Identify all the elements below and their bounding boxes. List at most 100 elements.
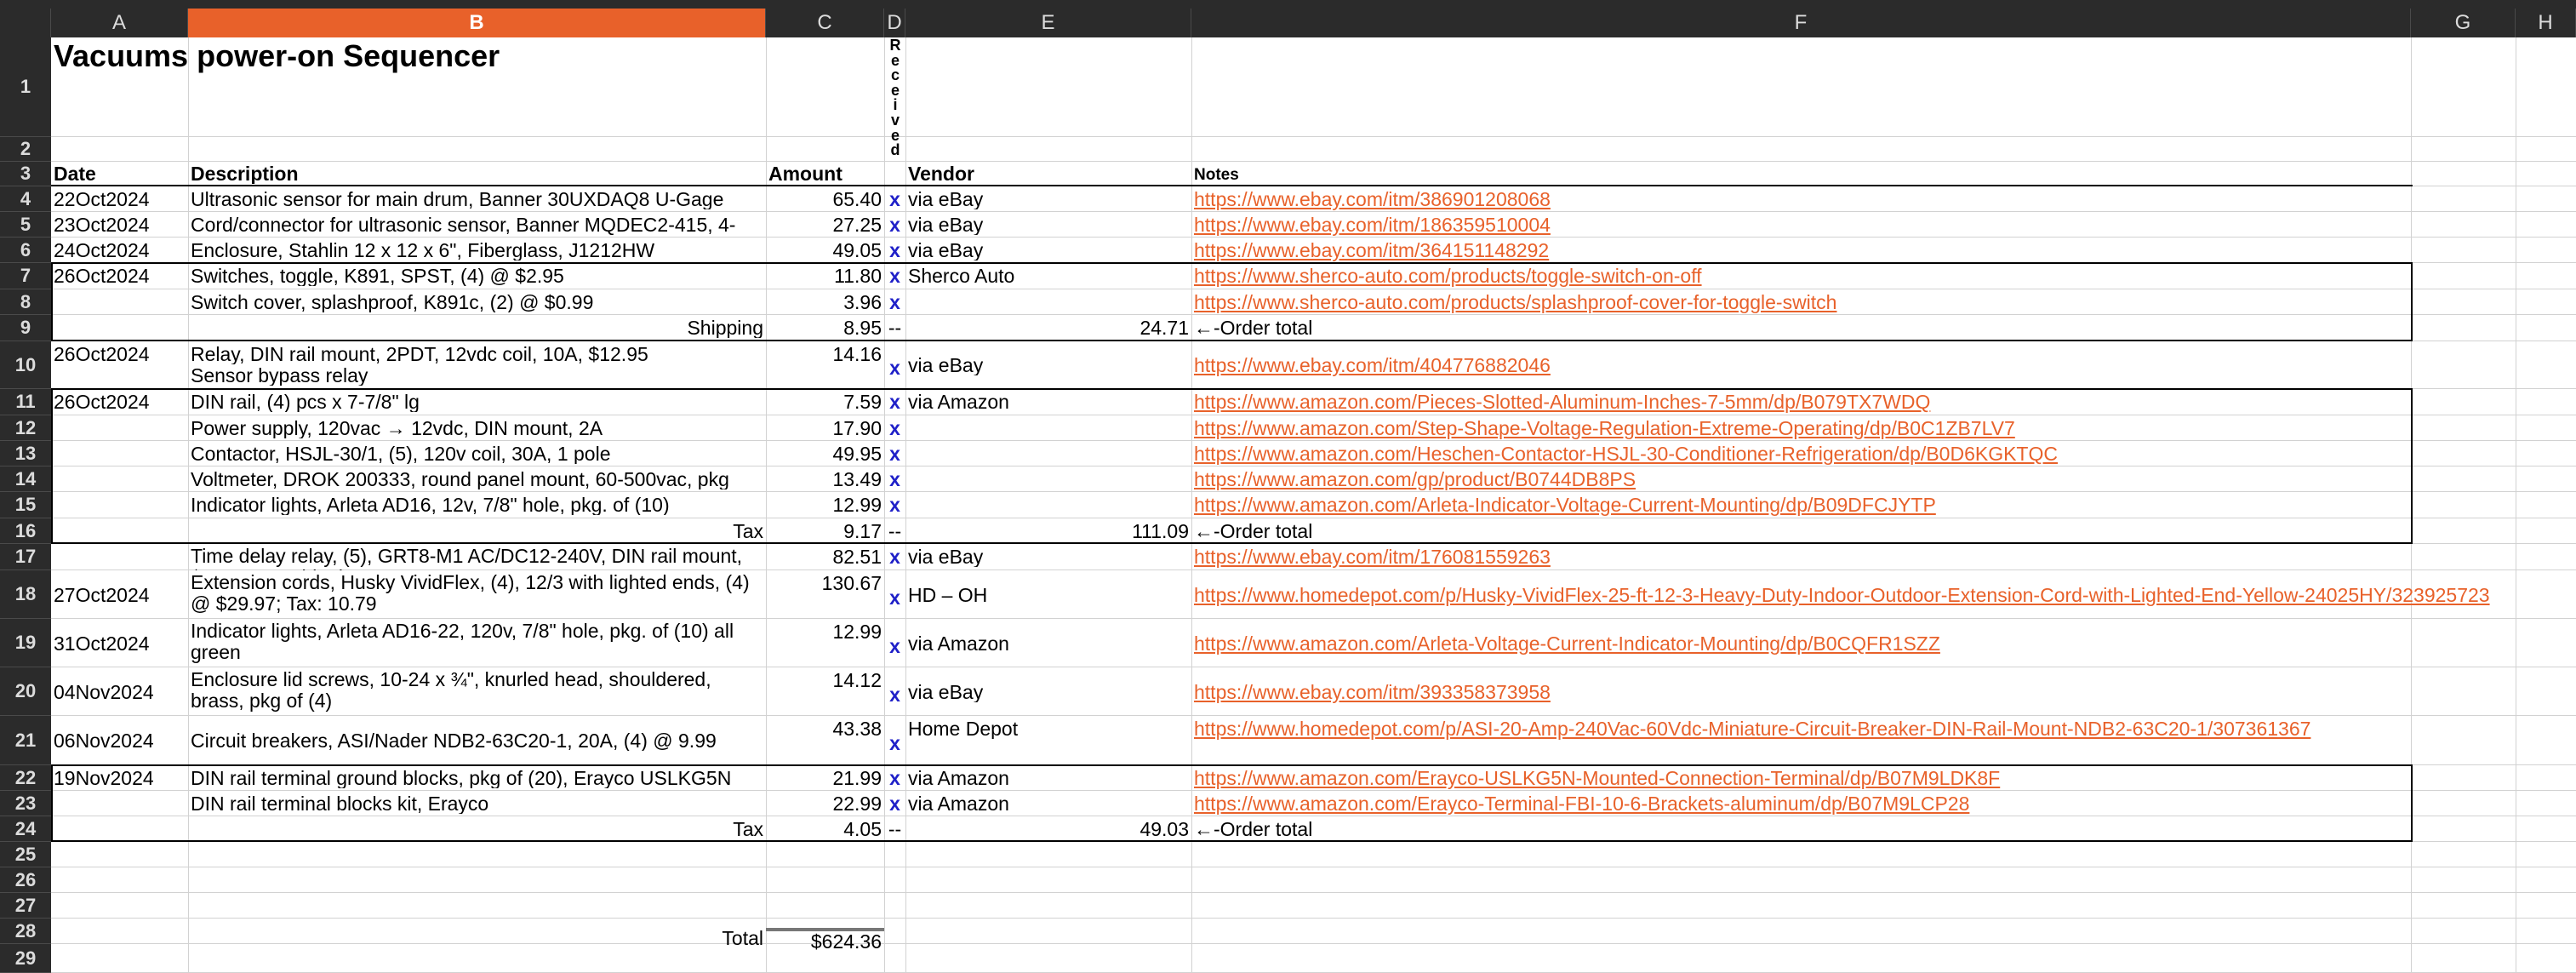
row-header-8[interactable]: 8 — [0, 289, 51, 315]
row-header-17[interactable]: 17 — [0, 544, 51, 570]
entry-note-link[interactable]: https://www.ebay.com/itm/364151148292 — [1191, 240, 2510, 260]
entry-note-link[interactable]: https://www.amazon.com/Arleta-Voltage-Cu… — [1191, 633, 2510, 654]
row-header-22[interactable]: 22 — [0, 765, 51, 791]
entry-received: x — [889, 444, 900, 464]
received-header-letter: e — [890, 51, 900, 69]
entry-amount: 9.17 — [843, 521, 882, 541]
entry-date: 06Nov2024 — [54, 730, 154, 751]
row-header-20[interactable]: 20 — [0, 667, 51, 716]
row-header-bar: 1 2 3 4 5 6 7 8 9 10 11 12 13 14 15 16 17 18 19 20 21 22 23 24 2… — [0, 37, 51, 973]
row-header-29[interactable]: 29 — [0, 944, 51, 973]
entry-vendor: via Amazon — [908, 632, 1009, 654]
column-header-c[interactable]: C — [766, 9, 884, 37]
entry-amount: 43.38 — [832, 718, 882, 739]
entry-amount: 8.95 — [843, 318, 882, 338]
received-header-letter: i — [893, 96, 898, 114]
entry-amount: 17.90 — [832, 418, 882, 438]
entry-note-link[interactable]: https://www.ebay.com/itm/386901208068 — [1191, 189, 2510, 209]
row-header-27[interactable]: 27 — [0, 893, 51, 919]
row-header-12[interactable]: 12 — [0, 415, 51, 441]
column-header-f[interactable]: F — [1191, 9, 2411, 37]
entry-received: x — [889, 392, 900, 412]
row-header-24[interactable]: 24 — [0, 816, 51, 842]
row-header-6[interactable]: 6 — [0, 238, 51, 263]
select-all-corner[interactable] — [0, 9, 51, 37]
row-header-9[interactable]: 9 — [0, 315, 51, 341]
entry-date: 23Oct2024 — [54, 215, 150, 235]
entry-note-link[interactable]: https://www.amazon.com/Erayco-USLKG5N-Mo… — [1191, 768, 2510, 788]
row-header-25[interactable]: 25 — [0, 842, 51, 867]
header-amount: Amount — [768, 163, 842, 184]
entry-amount: 14.16 — [832, 344, 882, 364]
entry-note-link[interactable]: https://www.homedepot.com/p/Husky-VividF… — [1191, 585, 2510, 605]
entry-description: Indicator lights, Arleta AD16-22, 120v, … — [191, 621, 734, 663]
entry-amount: 7.59 — [843, 392, 882, 412]
entry-note-link[interactable]: https://www.ebay.com/itm/176081559263 — [1191, 547, 2510, 567]
column-header-a[interactable]: A — [51, 9, 188, 37]
row-header-28[interactable]: 28 — [0, 919, 51, 944]
column-header-e[interactable]: E — [905, 9, 1191, 37]
row-header-16[interactable]: 16 — [0, 518, 51, 544]
entry-note-link[interactable]: https://www.sherco-auto.com/products/tog… — [1191, 266, 2510, 286]
entry-vendor: Sherco Auto — [908, 266, 1015, 286]
entry-date: 04Nov2024 — [54, 681, 154, 702]
entry-description: Switches, toggle, K891, SPST, (4) @ $2.9… — [191, 266, 564, 286]
entry-vendor: via eBay — [908, 547, 984, 567]
entry-description: DIN rail terminal ground blocks, pkg of … — [191, 768, 732, 788]
row-header-23[interactable]: 23 — [0, 791, 51, 816]
row-header-11[interactable]: 11 — [0, 389, 51, 415]
row-header-4[interactable]: 4 — [0, 186, 51, 212]
entry-amount: 49.95 — [832, 444, 882, 464]
entry-vendor: 49.03 — [1139, 819, 1189, 839]
row-header-2[interactable]: 2 — [0, 137, 51, 162]
entry-description: Contactor, HSJL-30/1, (5), 120v coil, 30… — [191, 444, 611, 464]
row-header-7[interactable]: 7 — [0, 263, 51, 289]
received-header-letter: v — [890, 112, 900, 129]
entry-note-link[interactable]: https://www.sherco-auto.com/products/spl… — [1191, 292, 2510, 312]
column-header-g[interactable]: G — [2411, 9, 2516, 37]
entry-received: -- — [888, 521, 902, 541]
row-header-10[interactable]: 10 — [0, 341, 51, 389]
entry-note-link[interactable]: https://www.ebay.com/itm/404776882046 — [1191, 355, 2510, 375]
entry-note-link[interactable]: https://www.amazon.com/Step-Shape-Voltag… — [1191, 418, 2510, 438]
entry-vendor: via eBay — [908, 240, 984, 260]
row-header-21[interactable]: 21 — [0, 716, 51, 765]
entry-amount: 21.99 — [832, 768, 882, 788]
entry-note-link[interactable]: https://www.ebay.com/itm/393358373958 — [1191, 682, 2510, 702]
entry-amount: 11.80 — [834, 266, 882, 286]
entry-note-link[interactable]: https://www.amazon.com/Erayco-Terminal-F… — [1191, 793, 2510, 814]
received-header-letter: d — [890, 141, 900, 159]
row-header-1[interactable]: 1 — [0, 37, 51, 137]
entry-note-link[interactable]: https://www.amazon.com/gp/product/B0744D… — [1191, 469, 2510, 489]
row-header-15[interactable]: 15 — [0, 492, 51, 518]
row-header-13[interactable]: 13 — [0, 441, 51, 466]
column-header-d[interactable]: D — [884, 9, 905, 37]
header-date: Date — [54, 163, 96, 184]
entry-note-link[interactable]: https://www.amazon.com/Arleta-Indicator-… — [1191, 495, 2510, 515]
entry-note-link[interactable]: https://www.amazon.com/Pieces-Slotted-Al… — [1191, 392, 2510, 412]
row-header-26[interactable]: 26 — [0, 867, 51, 893]
row-header-3[interactable]: 3 — [0, 162, 51, 186]
entry-vendor: via Amazon — [908, 392, 1009, 412]
total-value: $624.36 — [766, 928, 884, 952]
spreadsheet-grid[interactable]: Vacuums power-on Sequencer Received Date… — [51, 37, 2576, 973]
row-header-5[interactable]: 5 — [0, 212, 51, 238]
row-header-14[interactable]: 14 — [0, 466, 51, 492]
entry-note-link[interactable]: https://www.amazon.com/Heschen-Contactor… — [1191, 444, 2510, 464]
entry-description: Shipping — [687, 318, 763, 338]
entry-vendor: via eBay — [908, 215, 984, 235]
entry-vendor: HD – OH — [908, 584, 988, 605]
entry-note-link[interactable]: https://www.homedepot.com/p/ASI-20-Amp-2… — [1191, 718, 2510, 739]
entry-description: Ultrasonic sensor for main drum, Banner … — [191, 189, 724, 209]
row-header-19[interactable]: 19 — [0, 619, 51, 667]
entry-date: 26Oct2024 — [54, 266, 150, 286]
entry-received: x — [889, 684, 900, 705]
column-header-b[interactable]: B — [188, 9, 766, 37]
entry-received: x — [889, 292, 900, 312]
entry-date: 27Oct2024 — [54, 584, 150, 605]
column-header-h[interactable]: H — [2516, 9, 2576, 37]
header-notes: Notes — [1194, 166, 1239, 184]
entry-note-link[interactable]: https://www.ebay.com/itm/186359510004 — [1191, 215, 2510, 235]
row-header-18[interactable]: 18 — [0, 570, 51, 619]
entry-received: x — [889, 587, 900, 608]
